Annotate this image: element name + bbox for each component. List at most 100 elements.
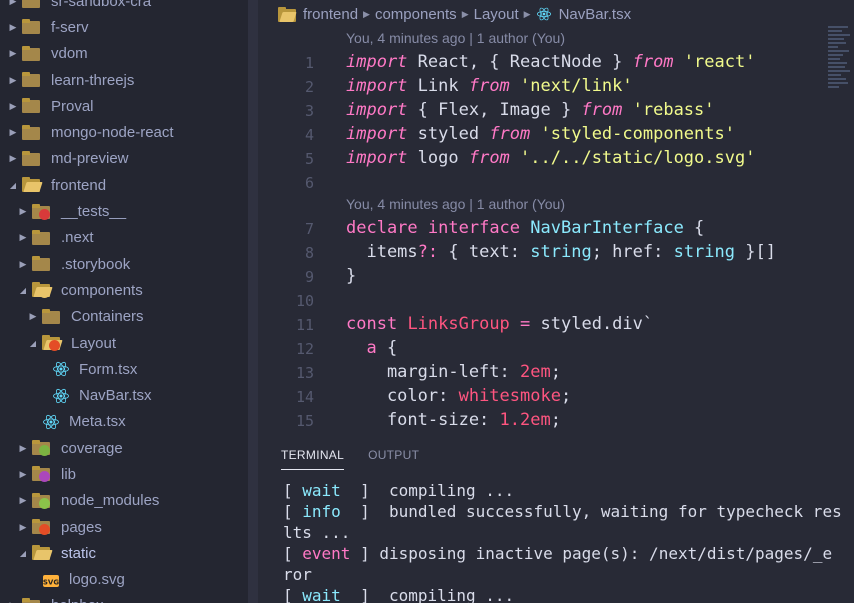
- code-line[interactable]: import Link from 'next/link': [346, 76, 633, 96]
- chevron-right-icon: ▶: [523, 8, 531, 19]
- line-number: 3: [304, 102, 314, 120]
- code-token: { text:: [438, 242, 531, 262]
- breadcrumb-item[interactable]: frontend: [303, 6, 358, 23]
- tree-folder-item[interactable]: ◢ components: [0, 277, 246, 303]
- folder-open-icon: [22, 177, 43, 193]
- tree-folder-item[interactable]: ▶ coverage: [0, 435, 246, 461]
- code-token: ;: [550, 410, 561, 430]
- code-token: declare: [346, 218, 418, 238]
- code-token: {: [376, 338, 398, 358]
- folder-icon: [32, 440, 52, 457]
- code-line[interactable]: declare interface NavBarInterface {: [346, 218, 704, 238]
- tree-folder-item[interactable]: ▶ __tests__: [0, 198, 246, 224]
- react-icon: [53, 362, 69, 377]
- code-line[interactable]: items?: { text: string; href: string }[]: [346, 242, 775, 262]
- codelens-blame[interactable]: You, 4 minutes ago | 1 author (You): [346, 196, 565, 212]
- folder-icon: [278, 7, 297, 22]
- tab-terminal[interactable]: TERMINAL: [281, 448, 345, 470]
- code-line[interactable]: }: [346, 266, 356, 286]
- folder-icon: [32, 492, 52, 509]
- line-number: 6: [304, 174, 314, 192]
- code-token: ;: [560, 386, 572, 406]
- tree-folder-item[interactable]: ▶ vdom: [0, 41, 246, 67]
- minimap[interactable]: [828, 24, 854, 154]
- code-line[interactable]: margin-left: 2em;: [346, 362, 561, 382]
- line-number: 7: [304, 220, 314, 238]
- tree-file-item[interactable]: Meta.tsx: [0, 409, 246, 435]
- tree-folder-item[interactable]: ▶ mongo-node-react: [0, 119, 246, 145]
- terminal-output[interactable]: [ wait ] compiling ...[ info ] bundled s…: [283, 480, 842, 603]
- terminal-token: info: [302, 502, 341, 521]
- code-editor[interactable]: frontend ▶ components ▶ Layout ▶ NavBar.…: [258, 0, 854, 440]
- code-token: from: [632, 52, 674, 72]
- code-token: 'next/link': [520, 76, 633, 96]
- breadcrumb-item[interactable]: NavBar.tsx: [559, 6, 632, 23]
- tree-folder-item[interactable]: ▶ learn-threejs: [0, 67, 246, 93]
- tree-folder-item[interactable]: ▶ sr-sandbox-cra: [0, 0, 246, 14]
- code-token: import: [346, 148, 408, 168]
- chevron-right-icon: ▶: [9, 100, 17, 111]
- code-token: 'rebass': [632, 100, 715, 120]
- tab-output[interactable]: OUTPUT: [368, 448, 419, 470]
- breadcrumb-item[interactable]: components: [375, 6, 457, 23]
- tree-folder-item[interactable]: ◢ static: [0, 540, 246, 566]
- terminal-token: [: [283, 502, 303, 521]
- bottom-panel: TERMINAL OUTPUT [ wait ] compiling ...[ …: [258, 440, 854, 603]
- breadcrumb-item[interactable]: Layout: [474, 6, 519, 23]
- tree-folder-item[interactable]: ▶ lib: [0, 461, 246, 487]
- code-token: '../../static/logo.svg': [520, 148, 756, 168]
- code-token: }: [346, 266, 357, 286]
- code-token: import: [346, 124, 408, 144]
- tree-folder-item[interactable]: ▶helpbox: [0, 593, 246, 603]
- code-token: const: [346, 314, 398, 334]
- folder-open-icon: [32, 545, 53, 561]
- tree-folder-item[interactable]: ▶ .next: [0, 225, 246, 251]
- tree-file-item[interactable]: SVG logo.svg: [0, 567, 246, 593]
- code-line[interactable]: import React, { ReactNode } from 'react': [346, 52, 755, 72]
- react-icon: [43, 414, 59, 429]
- tree-folder-item[interactable]: ▶ Containers: [0, 304, 246, 330]
- terminal-line: [ event ] disposing inactive page(s): /n…: [283, 543, 842, 564]
- tree-folder-item[interactable]: ▶ md-preview: [0, 146, 246, 172]
- react-icon: [536, 7, 551, 21]
- code-token: {: [683, 218, 705, 238]
- tree-item-label: logo.svg: [69, 571, 125, 589]
- tree-folder-item[interactable]: ◢ Layout: [0, 330, 246, 356]
- terminal-token: ] bundled successfully, waiting for type…: [340, 502, 842, 521]
- line-number: 15: [295, 412, 314, 430]
- tree-folder-item[interactable]: ▶ .storybook: [0, 251, 246, 277]
- line-number: 5: [304, 150, 314, 168]
- code-line[interactable]: color: whitesmoke;: [346, 386, 571, 406]
- code-token: items: [346, 242, 418, 262]
- code-line[interactable]: import styled from 'styled-components': [346, 124, 735, 144]
- code-line[interactable]: font-size: 1.2em;: [346, 410, 561, 430]
- tree-folder-item[interactable]: ▶ pages: [0, 514, 246, 540]
- code-line[interactable]: a {: [346, 338, 397, 358]
- tree-folder-item[interactable]: ▶ node_modules: [0, 488, 246, 514]
- code-token: interface: [427, 218, 521, 238]
- chevron-right-icon: ▶: [19, 521, 27, 532]
- code-line[interactable]: import logo from '../../static/logo.svg': [346, 148, 755, 168]
- tree-file-item[interactable]: NavBar.tsx: [0, 382, 246, 408]
- codelens-blame[interactable]: You, 4 minutes ago | 1 author (You): [346, 30, 565, 46]
- sidebar-scrollbar[interactable]: [248, 0, 258, 603]
- code-line[interactable]: const LinksGroup = styled.div`: [346, 314, 653, 334]
- folder-icon: [32, 229, 52, 246]
- folder-icon: [22, 98, 42, 114]
- chevron-down-icon: ◢: [29, 338, 37, 348]
- tree-item-label: helpbox: [51, 597, 104, 603]
- code-line[interactable]: import { Flex, Image } from 'rebass': [346, 100, 715, 120]
- tree-folder-item[interactable]: ▶ f-serv: [0, 14, 246, 40]
- code-token: 2em: [520, 362, 551, 382]
- tree-file-item[interactable]: Form.tsx: [0, 356, 246, 382]
- tree-item-label: node_modules: [61, 492, 160, 510]
- tree-folder-item[interactable]: ▶ Proval: [0, 93, 246, 119]
- chevron-right-icon: ▶: [363, 8, 370, 19]
- code-token: Link: [407, 76, 469, 96]
- tree-folder-item[interactable]: ◢ frontend: [0, 172, 246, 198]
